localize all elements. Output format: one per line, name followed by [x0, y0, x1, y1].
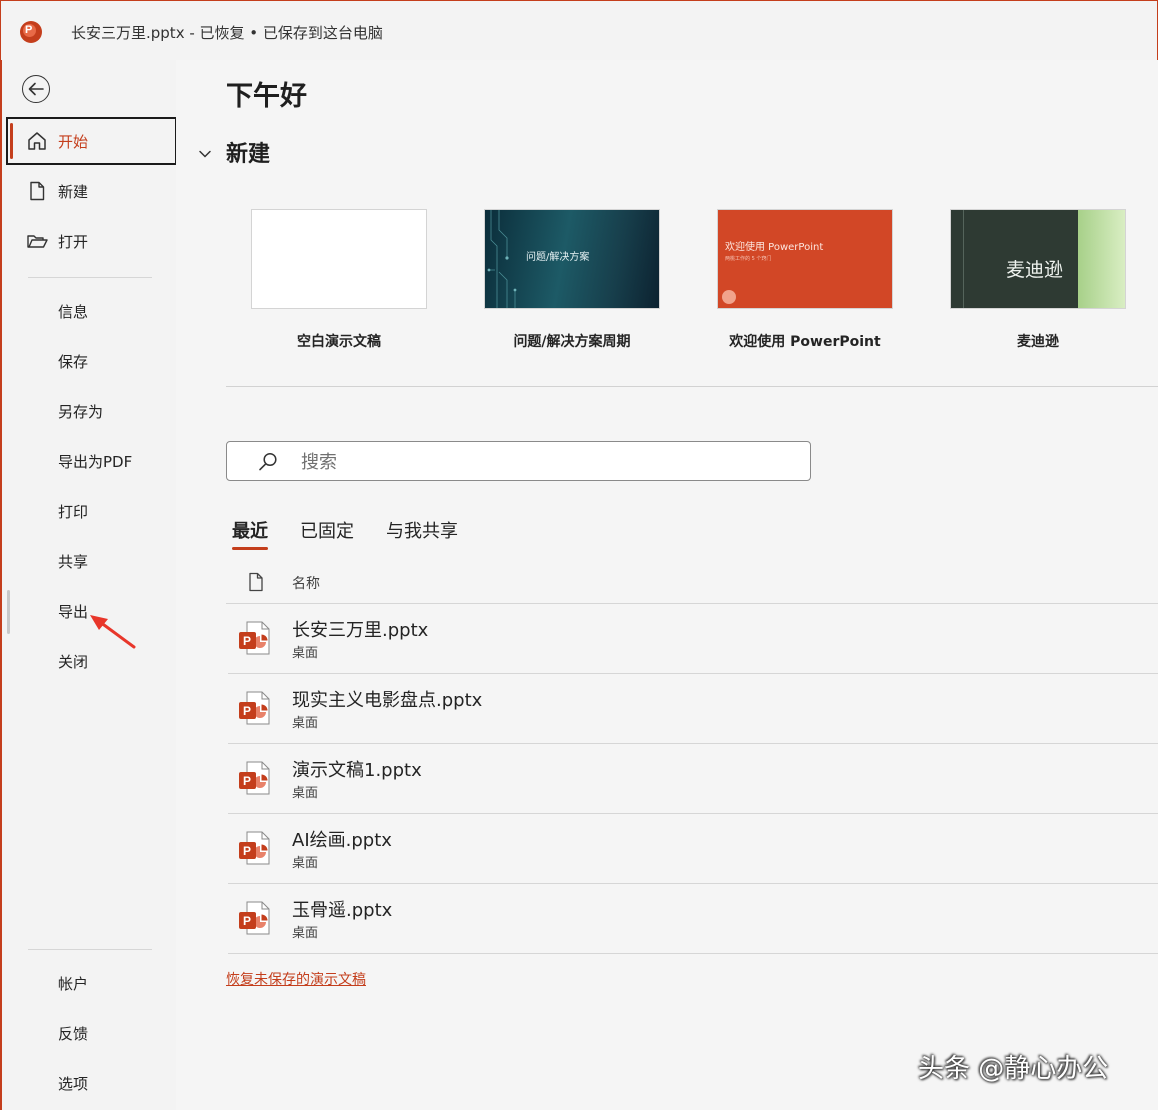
thumbnail-text: 问题/解决方案 [526, 252, 590, 263]
thumbnail-subtext: 两桃工作的 5 个窍门 [725, 256, 772, 262]
sidebar-item-export-pdf[interactable]: 导出为PDF [6, 437, 177, 485]
pptx-file-icon: P [238, 620, 272, 656]
sidebar-item-share[interactable]: 共享 [6, 537, 177, 585]
sidebar-item-print[interactable]: 打印 [6, 487, 177, 535]
file-location: 桌面 [292, 646, 319, 661]
sidebar-item-info[interactable]: 信息 [6, 287, 177, 335]
sidebar-item-label: 选项 [58, 1075, 89, 1093]
file-name: 玉骨遥.pptx [292, 900, 393, 921]
svg-text:P: P [243, 634, 251, 648]
chevron-down-icon [198, 144, 212, 163]
sidebar-item-label: 另存为 [58, 403, 104, 421]
file-row[interactable]: P AI绘画.pptx 桌面 [228, 814, 1158, 884]
sidebar-item-new[interactable]: 新建 [6, 167, 177, 215]
sidebar-divider [28, 949, 152, 950]
page-title: 下午好 [226, 81, 307, 112]
sidebar-item-label: 打开 [58, 233, 89, 251]
pptx-file-icon: P [238, 690, 272, 726]
template-madison[interactable]: 麦迪逊 麦迪逊 [950, 209, 1126, 350]
template-name: 问题/解决方案周期 [513, 334, 631, 350]
search-input[interactable] [301, 450, 781, 474]
sidebar-item-save[interactable]: 保存 [6, 337, 177, 385]
file-row[interactable]: P 现实主义电影盘点.pptx 桌面 [228, 674, 1158, 744]
thumbnail-stripe [963, 210, 964, 308]
annotation-arrow-icon [90, 615, 136, 649]
sidebar-item-label: 帐户 [58, 975, 89, 993]
backstage-sidebar: 开始 新建 打开 信息 保存 另存为 导出为PDF 打印 共享 导出 关闭 帐户 [0, 60, 177, 1110]
tab-pinned[interactable]: 已固定 [300, 517, 354, 543]
template-thumbnail[interactable]: 欢迎使用 PowerPoint 两桃工作的 5 个窍门 [717, 209, 893, 309]
template-thumbnail[interactable]: 问题/解决方案 [484, 209, 660, 309]
column-header-name[interactable]: 名称 [292, 573, 320, 593]
sidebar-item-options[interactable]: 选项 [6, 1059, 177, 1107]
search-box[interactable] [226, 441, 811, 481]
thumbnail-text: 欢迎使用 PowerPoint [725, 242, 824, 253]
sidebar-item-feedback[interactable]: 反馈 [6, 1009, 177, 1057]
sidebar-item-label: 打印 [58, 503, 89, 521]
sidebar-item-label: 新建 [58, 183, 89, 201]
window-title: 长安三万里.pptx - 已恢复 • 已保存到这台电脑 [71, 24, 383, 42]
sidebar-scroll-indicator [7, 590, 10, 634]
template-thumbnail[interactable]: 麦迪逊 [950, 209, 1126, 309]
file-location: 桌面 [292, 786, 319, 801]
file-row[interactable]: P 演示文稿1.pptx 桌面 [228, 744, 1158, 814]
file-location: 桌面 [292, 716, 319, 731]
powerpoint-icon: P [20, 21, 42, 43]
sidebar-item-label: 共享 [58, 553, 89, 571]
template-welcome-powerpoint[interactable]: 欢迎使用 PowerPoint 两桃工作的 5 个窍门 欢迎使用 PowerPo… [717, 209, 893, 350]
template-thumbnail[interactable] [251, 209, 427, 309]
search-icon [257, 451, 279, 477]
file-location: 桌面 [292, 926, 319, 941]
file-row[interactable]: P 玉骨遥.pptx 桌面 [228, 884, 1158, 954]
sidebar-item-open[interactable]: 打开 [6, 217, 177, 265]
svg-text:P: P [243, 844, 251, 858]
home-icon [26, 130, 48, 152]
backstage-main: 下午好 新建 空白演示文稿 问题/解决方案 问题/解决方案周期 欢迎使用 Pow… [176, 60, 1158, 1110]
svg-text:P: P [243, 914, 251, 928]
sidebar-item-label: 开始 [58, 133, 89, 151]
sidebar-item-label: 导出 [58, 603, 89, 621]
svg-text:P: P [243, 774, 251, 788]
sidebar-item-account[interactable]: 帐户 [6, 959, 177, 1007]
section-title: 新建 [226, 142, 271, 167]
template-name: 麦迪逊 [1017, 334, 1059, 350]
template-name: 空白演示文稿 [297, 334, 381, 350]
sidebar-item-home[interactable]: 开始 [6, 117, 177, 165]
watermark: 头条 @静心办公 [918, 1054, 1109, 1084]
section-divider [226, 386, 1158, 387]
template-name: 欢迎使用 PowerPoint [729, 334, 881, 350]
sidebar-item-label: 保存 [58, 353, 89, 371]
powerpoint-icon [722, 290, 736, 304]
new-document-icon [26, 180, 48, 202]
title-bar: P 长安三万里.pptx - 已恢复 • 已保存到这台电脑 [0, 0, 1158, 60]
sidebar-item-label: 导出为PDF [58, 453, 133, 471]
template-problem-solution[interactable]: 问题/解决方案 问题/解决方案周期 [484, 209, 660, 350]
document-icon [247, 572, 265, 596]
svg-text:P: P [243, 704, 251, 718]
thumbnail-text: 麦迪逊 [1006, 259, 1064, 281]
sidebar-item-save-as[interactable]: 另存为 [6, 387, 177, 435]
circuit-pattern-icon [487, 210, 517, 308]
template-blank[interactable]: 空白演示文稿 [251, 209, 427, 350]
pptx-file-icon: P [238, 760, 272, 796]
pptx-file-icon: P [238, 900, 272, 936]
sidebar-item-label: 反馈 [58, 1025, 89, 1043]
folder-open-icon [26, 230, 48, 252]
file-name: 长安三万里.pptx [292, 620, 429, 641]
back-arrow-icon[interactable] [22, 75, 50, 103]
sidebar-item-label: 信息 [58, 303, 89, 321]
file-name: AI绘画.pptx [292, 830, 392, 851]
file-name: 现实主义电影盘点.pptx [292, 690, 483, 711]
file-name: 演示文稿1.pptx [292, 760, 422, 781]
recover-unsaved-link[interactable]: 恢复未保存的演示文稿 [226, 969, 366, 989]
sidebar-item-label: 关闭 [58, 653, 89, 671]
file-row[interactable]: P 长安三万里.pptx 桌面 [228, 604, 1158, 674]
pptx-file-icon: P [238, 830, 272, 866]
file-list-header: 名称 [226, 560, 1158, 604]
tab-shared-with-me[interactable]: 与我共享 [386, 517, 458, 543]
tab-recent[interactable]: 最近 [232, 517, 268, 550]
sidebar-divider [28, 277, 152, 278]
file-location: 桌面 [292, 856, 319, 871]
